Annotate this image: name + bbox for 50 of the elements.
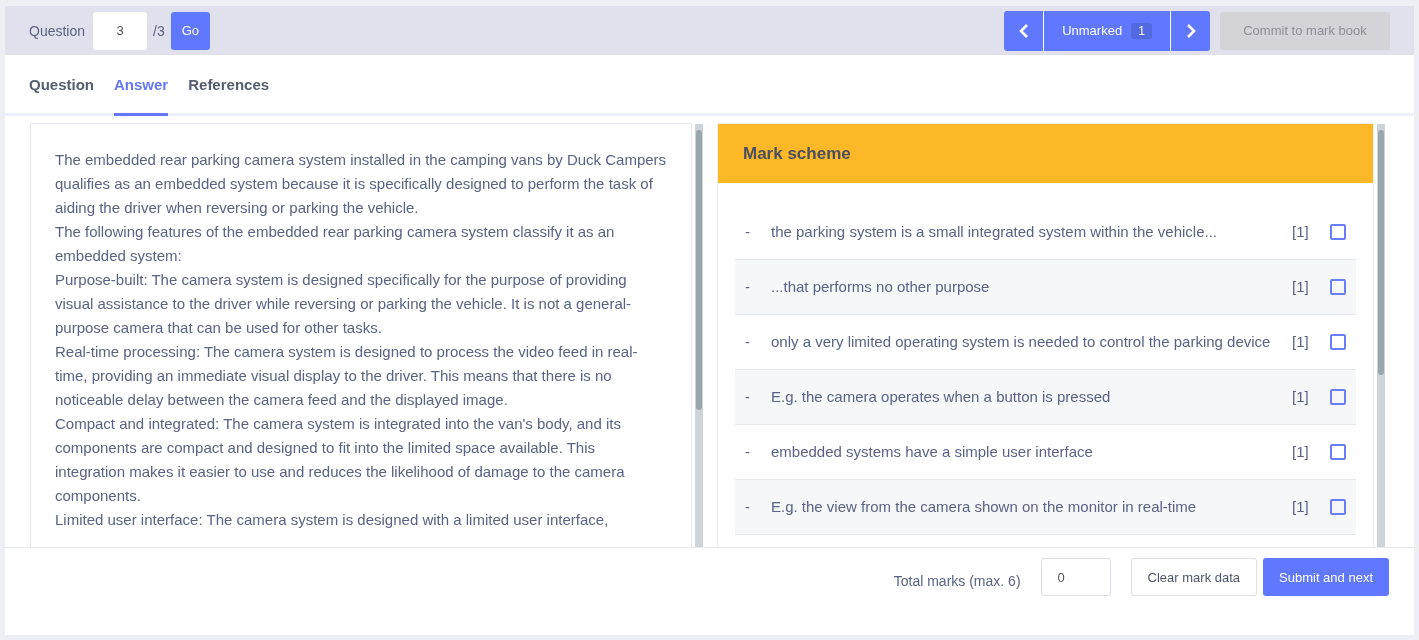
checkbox[interactable] bbox=[1330, 279, 1346, 295]
checkbox[interactable] bbox=[1330, 444, 1346, 460]
count-badge: 1 bbox=[1131, 22, 1152, 39]
criterion-text: E.g. the camera operates when a button is pressed bbox=[771, 387, 1112, 407]
next-button[interactable] bbox=[1170, 10, 1210, 51]
previous-button[interactable] bbox=[1004, 10, 1044, 51]
question-number-field[interactable]: 3 bbox=[93, 11, 148, 50]
question-total: /3 bbox=[153, 22, 165, 39]
checkbox[interactable] bbox=[1330, 334, 1346, 350]
go-button[interactable]: Go bbox=[170, 11, 211, 50]
unmarked-filter-button[interactable]: Unmarked 1 bbox=[1044, 10, 1170, 51]
tab[interactable]: Question bbox=[29, 55, 94, 116]
chevron-left-icon bbox=[1018, 23, 1029, 38]
mark-scheme-header: Mark scheme bbox=[718, 124, 1373, 183]
mark-value: [1] bbox=[1292, 497, 1310, 517]
mark-value: [1] bbox=[1292, 222, 1310, 242]
bullet-dash: - bbox=[745, 277, 751, 297]
bullet-dash: - bbox=[745, 442, 751, 462]
criterion-text: ...that performs no other purpose bbox=[771, 277, 991, 297]
bullet-dash: - bbox=[745, 332, 751, 352]
criterion-text: embedded systems have a simple user interface bbox=[771, 442, 1094, 462]
scrollbar[interactable] bbox=[695, 124, 703, 547]
answer-paragraph: The following features of the embedded rear parking camera system classify it as an embedded system: bbox=[55, 222, 616, 266]
question-label: Question bbox=[29, 22, 86, 39]
checkbox[interactable] bbox=[1330, 389, 1346, 405]
mark-value: [1] bbox=[1292, 387, 1310, 407]
criterion-text: only a very limited operating system is needed to control the parking device bbox=[771, 332, 1272, 352]
mark-value: [1] bbox=[1292, 277, 1310, 297]
bullet-dash: - bbox=[745, 497, 751, 517]
scrollbar[interactable] bbox=[1377, 124, 1385, 547]
chevron-right-icon bbox=[1185, 23, 1196, 38]
tab[interactable]: Answer bbox=[114, 55, 169, 116]
answer-paragraph: The embedded rear parking camera system installed in the camping vans by Duck Campers qualifies as an embedded system because it is specifically designed to perform the task of aiding the driver when reversing or parking the vehicle. bbox=[55, 150, 667, 218]
criterion-text: the parking system is a small integrated system within the vehicle... bbox=[771, 222, 1219, 242]
mark-value: [1] bbox=[1292, 442, 1310, 462]
answer-paragraph: Compact and integrated: The camera system is integrated into the van's body, and its components are compact and designed to fit into the limited space available. This integration makes it easier to use and reduces the likelihood of damage to the camera components. bbox=[55, 414, 626, 506]
tab[interactable]: References bbox=[188, 55, 270, 116]
submit-and-next-button[interactable]: Submit and next bbox=[1263, 558, 1389, 596]
total-marks-field[interactable]: 0 bbox=[1040, 558, 1111, 596]
answer-paragraph: Purpose-built: The camera system is designed specifically for the purpose of providing visual assistance to the driver while reversing or parking the vehicle. It is not a general-purpose camera that can be used for other tasks. bbox=[55, 270, 633, 338]
bullet-dash: - bbox=[745, 222, 751, 242]
clear-mark-data-button[interactable]: Clear mark data bbox=[1130, 558, 1258, 596]
answer-paragraph: Real-time processing: The camera system is designed to process the video feed in real-time, providing an immediate visual display to the driver. This means that there is no noticeable delay between the camera feed and the displayed image. bbox=[55, 342, 639, 410]
criterion-text: E.g. the view from the camera shown on the monitor in real-time bbox=[771, 497, 1198, 517]
checkbox[interactable] bbox=[1330, 224, 1346, 240]
total-marks-label: Total marks (max. 6) bbox=[893, 573, 1021, 589]
checkbox[interactable] bbox=[1330, 499, 1346, 515]
mark-value: [1] bbox=[1292, 332, 1310, 352]
answer-paragraph: Limited user interface: The camera system is designed with a limited user interface, bbox=[55, 510, 610, 530]
bullet-dash: - bbox=[745, 387, 751, 407]
